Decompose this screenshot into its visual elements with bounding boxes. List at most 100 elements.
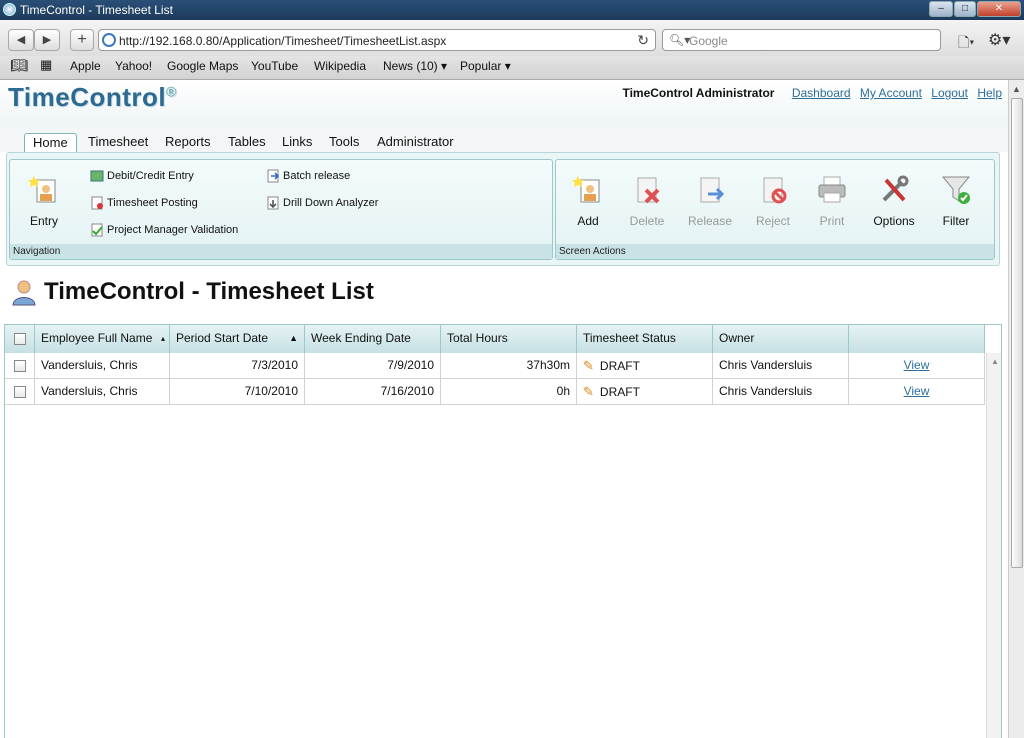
employee-cell: Vandersluis, Chris [35,353,170,379]
debit-credit-icon [90,170,104,182]
page-menu-icon[interactable]: 🗋▾ [958,32,974,56]
col-week-ending-date[interactable]: Week Ending Date [305,325,441,353]
ribbon: Entry Debit/Credit Entry Timesheet Posti… [6,152,1000,266]
reading-list-icon[interactable]: 📖︎ [10,57,28,74]
entry-icon [28,176,56,203]
bookmark-google-maps[interactable]: Google Maps [167,59,238,73]
project-manager-validation-item[interactable]: Project Manager Validation [90,221,238,239]
app-header: TimeControl® TimeControl Administrator D… [0,80,1008,126]
print-label: Print [819,214,845,228]
navigation-group-label: Navigation [10,244,552,259]
tab-home[interactable]: Home [24,133,77,152]
page-scrollbar[interactable]: ▲ [1008,80,1024,738]
delete-icon [637,177,660,204]
reload-icon[interactable]: ↻ [637,32,649,49]
bookmark-apple[interactable]: Apple [70,59,101,73]
col-owner[interactable]: Owner [713,325,849,353]
timesheet-posting-item[interactable]: Timesheet Posting [90,194,198,212]
forward-button[interactable]: ▶ [34,29,60,51]
navigation-group: Entry Debit/Credit Entry Timesheet Posti… [9,159,553,260]
bookmark-yahoo[interactable]: Yahoo! [115,59,152,73]
reject-button[interactable]: Reject [745,170,801,230]
options-button[interactable]: Options [866,170,922,230]
select-all-checkbox[interactable] [14,332,26,345]
release-label: Release [687,214,733,228]
dashboard-link[interactable]: Dashboard [792,86,851,100]
user-info: TimeControl Administrator Dashboard My A… [622,86,1002,100]
back-button[interactable]: ◀ [8,29,34,51]
entry-label: Entry [29,214,58,228]
bookmarks-bar: 📖︎ ▦ Apple Yahoo! Google Maps YouTube Wi… [0,56,1024,80]
status-text: DRAFT [599,359,640,373]
release-button[interactable]: Release [682,170,738,230]
current-user: TimeControl Administrator [622,86,775,100]
add-button[interactable]: Add [560,170,616,230]
row-checkbox-cell [5,353,35,379]
view-link[interactable]: View [904,358,930,372]
row-checkbox[interactable] [14,385,26,398]
timesheet-grid: Employee Full Name ▴ Period Start Date ▲ W… [4,324,1002,738]
close-window-button[interactable]: ✕ [977,1,1021,17]
grid-scroll-up-icon[interactable]: ▲ [991,357,999,366]
minimize-button[interactable]: – [929,1,953,17]
view-link[interactable]: View [904,384,930,398]
bookmark-popular[interactable]: Popular ▾ [460,59,511,73]
scrollbar-thumb[interactable] [1011,98,1023,568]
browser-toolbar: ◀ ▶ + http://192.168.0.80/Application/Ti… [0,20,1024,56]
delete-button[interactable]: Delete [619,170,675,230]
status-cell: ✎ DRAFT [577,379,713,405]
owner-cell: Chris Vandersluis [713,379,849,405]
search-placeholder: Google [689,34,728,48]
tab-administrator[interactable]: Administrator [369,133,462,152]
col-period-start-date[interactable]: Period Start Date ▲ [170,325,305,353]
window-titlebar: TimeControl - Timesheet List – □ ✕ [0,0,1024,20]
grid-view-icon[interactable]: ▦ [40,57,52,73]
debit-credit-entry-item[interactable]: Debit/Credit Entry [90,167,194,185]
delete-label: Delete [629,214,665,228]
add-icon [572,176,600,203]
bookmark-youtube[interactable]: YouTube [251,59,298,73]
col-timesheet-status[interactable]: Timesheet Status [577,325,713,353]
release-icon [700,177,725,203]
maximize-button[interactable]: □ [954,1,976,17]
filter-button[interactable]: Filter [928,170,984,230]
url-text[interactable]: http://192.168.0.80/Application/Timeshee… [119,34,446,48]
bookmark-wikipedia[interactable]: Wikipedia [314,59,366,73]
scroll-up-icon[interactable]: ▲ [1012,84,1021,94]
batch-release-item[interactable]: Batch release [266,167,350,185]
browser-app-icon [3,3,16,16]
add-label: Add [577,214,599,228]
tab-links[interactable]: Links [274,133,320,152]
web-page: TimeControl® TimeControl Administrator D… [0,80,1008,738]
entry-button[interactable]: Entry [16,170,72,230]
tab-reports[interactable]: Reports [157,133,219,152]
col-employee-full-name[interactable]: Employee Full Name ▴ [35,325,170,353]
employee-cell: Vandersluis, Chris [35,379,170,405]
timesheet-posting-icon [91,196,103,210]
bookmark-news[interactable]: News (10) ▾ [383,59,447,73]
row-checkbox[interactable] [14,359,26,372]
my-account-link[interactable]: My Account [860,86,922,100]
batch-release-icon [267,169,280,183]
logout-link[interactable]: Logout [931,86,968,100]
gear-icon[interactable]: ⚙▾ [988,30,1010,50]
print-button[interactable]: Print [804,170,860,230]
add-bookmark-button[interactable]: + [70,29,94,51]
help-link[interactable]: Help [977,86,1002,100]
col-total-hours[interactable]: Total Hours [441,325,577,353]
grid-scrollbar[interactable]: ▲ [986,353,1001,738]
tab-timesheet[interactable]: Timesheet [80,133,156,152]
screen-actions-group-label: Screen Actions [556,244,994,259]
tools-icon [882,175,909,202]
search-icon: 🔍︎▾ [669,33,691,47]
row-checkbox-cell [5,379,35,405]
search-field[interactable]: 🔍︎▾ Google [662,29,941,51]
table-row[interactable]: Vandersluis, Chris 7/10/2010 7/16/2010 0… [5,379,985,405]
timecontrol-logo: TimeControl® [8,82,177,112]
address-bar[interactable]: http://192.168.0.80/Application/Timeshee… [98,29,656,51]
table-row[interactable]: Vandersluis, Chris 7/3/2010 7/9/2010 37h… [5,353,985,379]
tab-tables[interactable]: Tables [220,133,274,152]
drill-down-analyzer-item[interactable]: Drill Down Analyzer [266,194,378,212]
site-icon [102,33,116,47]
tab-tools[interactable]: Tools [321,133,367,152]
